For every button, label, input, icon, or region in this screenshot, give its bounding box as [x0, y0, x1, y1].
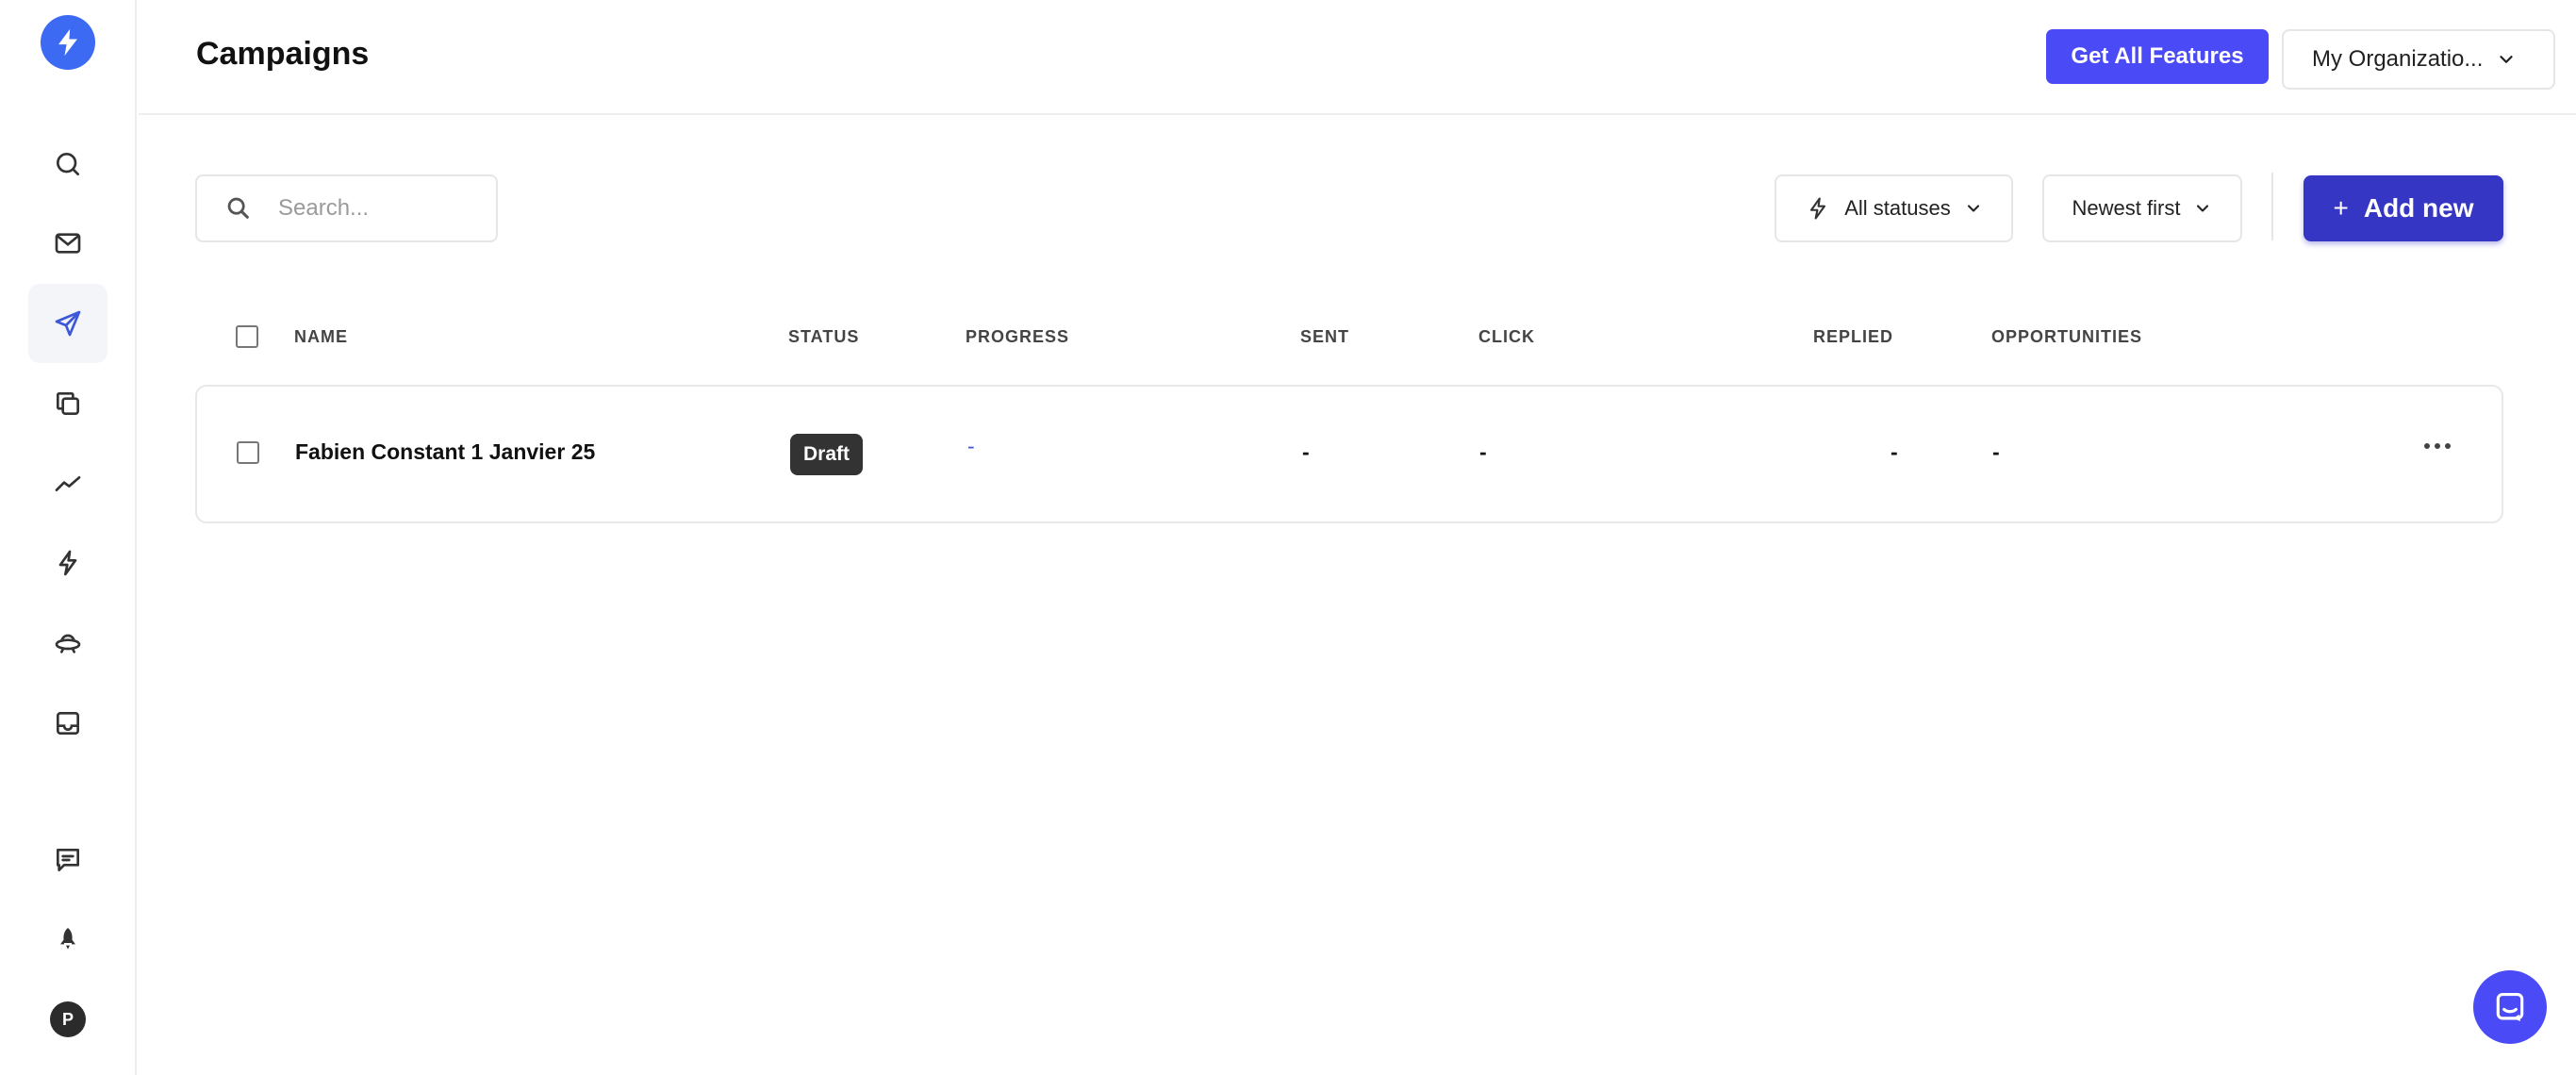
sidebar-item-campaigns[interactable] [28, 284, 107, 363]
sidebar-item-onboarding[interactable] [28, 900, 107, 979]
opportunities-value: - [1992, 439, 2000, 464]
replied-value: - [1891, 439, 1898, 464]
organization-label: My Organizatio... [2312, 46, 2484, 72]
feedback-icon [57, 849, 79, 871]
search-input[interactable] [278, 195, 467, 222]
lightning-icon [58, 550, 77, 576]
chat-support-button[interactable] [2473, 970, 2547, 1044]
status-filter-dropdown[interactable]: All statuses [1775, 174, 2013, 242]
status-badge: Draft [790, 434, 863, 475]
table-row[interactable]: Fabien Constant 1 Janvier 25 Draft - - -… [195, 385, 2503, 523]
sidebar-item-explore[interactable] [28, 604, 107, 683]
analytics-icon [55, 476, 81, 491]
sort-label: Newest first [2072, 196, 2181, 220]
column-header-status[interactable]: STATUS [788, 327, 859, 347]
search-icon [57, 153, 79, 175]
logo-icon[interactable] [41, 15, 95, 70]
sort-dropdown[interactable]: Newest first [2042, 174, 2242, 242]
toolbar-divider [2271, 173, 2273, 240]
sidebar: P [0, 0, 137, 1075]
column-header-sent[interactable]: SENT [1300, 327, 1349, 347]
column-header-click[interactable]: CLICK [1478, 327, 1535, 347]
more-options-icon[interactable] [2424, 443, 2451, 449]
chevron-down-icon [2197, 205, 2209, 212]
column-header-replied[interactable]: REPLIED [1813, 327, 1893, 347]
sidebar-item-inbox[interactable] [28, 684, 107, 763]
avatar[interactable]: P [50, 1001, 86, 1037]
chat-icon [2496, 992, 2524, 1022]
chevron-down-icon [1967, 205, 1979, 212]
get-all-features-button[interactable]: Get All Features [2046, 29, 2269, 84]
sidebar-item-feedback[interactable] [28, 820, 107, 900]
campaign-name[interactable]: Fabien Constant 1 Janvier 25 [295, 439, 595, 465]
plus-icon: + [2333, 193, 2349, 223]
copy-icon [57, 392, 79, 415]
page-title: Campaigns [196, 36, 370, 72]
sidebar-item-automations[interactable] [28, 523, 107, 603]
search-icon [227, 197, 249, 219]
add-new-label: Add new [2363, 193, 2474, 223]
rocket-icon [60, 928, 75, 950]
column-header-progress[interactable]: PROGRESS [966, 327, 1069, 347]
status-filter-label: All statuses [1844, 196, 1951, 220]
inbox-icon [57, 712, 79, 735]
ufo-icon [55, 634, 81, 653]
add-new-button[interactable]: + Add new [2304, 175, 2503, 241]
select-all-checkbox[interactable] [236, 325, 258, 348]
column-header-name[interactable]: NAME [294, 327, 348, 347]
sidebar-item-search[interactable] [28, 124, 107, 204]
organization-selector[interactable]: My Organizatio... [2282, 29, 2555, 90]
sent-value: - [1302, 439, 1310, 464]
sidebar-item-templates[interactable] [28, 364, 107, 443]
mail-icon [55, 233, 81, 254]
sidebar-item-mail[interactable] [28, 204, 107, 283]
sidebar-item-analytics[interactable] [28, 444, 107, 523]
header: Campaigns Get All Features My Organizati… [139, 0, 2576, 115]
send-icon [55, 310, 81, 337]
click-value: - [1479, 439, 1487, 464]
column-header-opportunities[interactable]: OPPORTUNITIES [1991, 327, 2142, 347]
search-box [195, 174, 498, 242]
progress-value: - [967, 434, 975, 458]
chevron-down-icon [2500, 56, 2514, 63]
lightning-icon [1810, 197, 1826, 220]
row-checkbox[interactable] [237, 441, 259, 464]
